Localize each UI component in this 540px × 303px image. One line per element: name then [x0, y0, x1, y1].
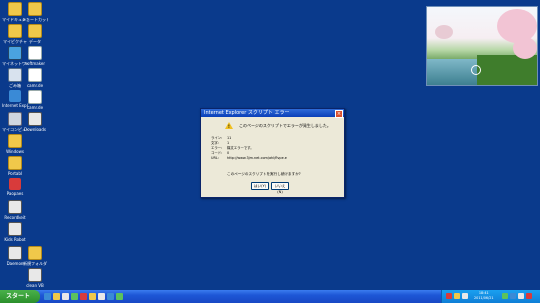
app-quicklaunch-icon[interactable]: [80, 293, 87, 300]
tray-clock[interactable]: 18:41 2011/06/21: [474, 291, 494, 300]
folder-quicklaunch-icon[interactable]: [53, 293, 60, 300]
folder-icon: [28, 246, 42, 260]
desktop-photo-widget: [426, 6, 538, 86]
tray-icon[interactable]: [526, 293, 532, 299]
app-quicklaunch-icon[interactable]: [116, 293, 123, 300]
doc-icon: [28, 68, 42, 82]
desktop-icon[interactable]: Windows: [2, 134, 28, 154]
tray-icon[interactable]: [502, 293, 508, 299]
folder-icon: [28, 24, 42, 38]
doc-icon: [28, 90, 42, 104]
desktop-icon[interactable]: 新規フォルダ: [22, 246, 48, 266]
warning-mark: !: [228, 124, 230, 129]
taskbar: スタート 18:41 2011/06/21: [0, 290, 540, 303]
system-tray: 18:41 2011/06/21: [441, 290, 540, 303]
photo-blossom-tree: [435, 25, 453, 39]
my-documents-icon: [8, 2, 22, 16]
my-computer-icon: [8, 112, 22, 126]
photo-bank: [477, 55, 537, 85]
ie-icon: [9, 90, 21, 102]
desktop-icon[interactable]: Recordkeit: [2, 200, 28, 220]
ie-quicklaunch-icon[interactable]: [44, 293, 51, 300]
error-details: ライン: 11 文字: 1 エラー: 構文エラーです。 コード: 0 URL: http:…: [211, 136, 287, 161]
desktop-icon[interactable]: Downloads: [22, 112, 48, 132]
desktop-icon[interactable]: camr.de: [22, 68, 48, 88]
folder-icon: [8, 24, 22, 38]
recycle-bin-icon: [8, 68, 22, 82]
app-icon: [8, 246, 22, 260]
desktop: マイドキュメント マイピクチャ マイネットワーク ごみ箱 Internet Ex…: [0, 0, 540, 290]
network-icon: [8, 46, 22, 60]
dialog-titlebar[interactable]: Internet Explorer スクリプト エラー ×: [201, 109, 344, 118]
detail-row: URL: http://www.3jm.net.com/ahl/flvpe.e: [211, 156, 287, 160]
no-button[interactable]: いいえ(N): [271, 182, 289, 194]
app-icon: [8, 200, 22, 214]
desktop-icon[interactable]: ショートカット: [22, 2, 48, 22]
app-icon: [28, 268, 42, 282]
tray-icon[interactable]: [462, 293, 468, 299]
app-quicklaunch-icon[interactable]: [98, 293, 105, 300]
desktop-icon[interactable]: camr.de: [22, 90, 48, 110]
app-icon: [28, 112, 42, 126]
app-quicklaunch-icon[interactable]: [89, 293, 96, 300]
desktop-icon[interactable]: softmaker: [22, 46, 48, 66]
dialog-title: Internet Explorer スクリプト エラー: [204, 110, 290, 116]
app-quicklaunch-icon[interactable]: [62, 293, 69, 300]
tray-icon[interactable]: [518, 293, 524, 299]
close-button[interactable]: ×: [335, 110, 343, 118]
desktop-icon[interactable]: Portabl: [2, 156, 28, 176]
desktop-icon[interactable]: データ: [22, 24, 48, 44]
app-quicklaunch-icon[interactable]: [107, 293, 114, 300]
tray-icon[interactable]: [454, 293, 460, 299]
folder-icon: [8, 156, 22, 170]
continue-prompt: このページのスクリプトを実行し続けますか?: [227, 172, 301, 176]
tray-icon[interactable]: [510, 293, 516, 299]
folder-icon: [8, 134, 22, 148]
error-headline: このページのスクリプトでエラーが発生しました。: [239, 123, 331, 128]
app-icon: [9, 178, 21, 190]
tray-icon[interactable]: [446, 293, 452, 299]
app-quicklaunch-icon[interactable]: [71, 293, 78, 300]
desktop-icon[interactable]: clean VB: [22, 268, 48, 288]
doc-icon: [28, 46, 42, 60]
script-error-dialog: Internet Explorer スクリプト エラー × ! このページのスク…: [200, 108, 345, 198]
desktop-icon[interactable]: Kids Robot: [2, 222, 28, 242]
desktop-icon[interactable]: Paopaes: [2, 178, 28, 196]
photo-stamp-icon: [471, 65, 481, 75]
yes-button[interactable]: はい(Y): [251, 182, 269, 190]
dialog-buttons: はい(Y) いいえ(N): [251, 182, 289, 194]
app-icon: [8, 222, 22, 236]
photo-blossom-tree: [513, 37, 537, 59]
start-button[interactable]: スタート: [0, 290, 40, 303]
folder-icon: [28, 2, 42, 16]
